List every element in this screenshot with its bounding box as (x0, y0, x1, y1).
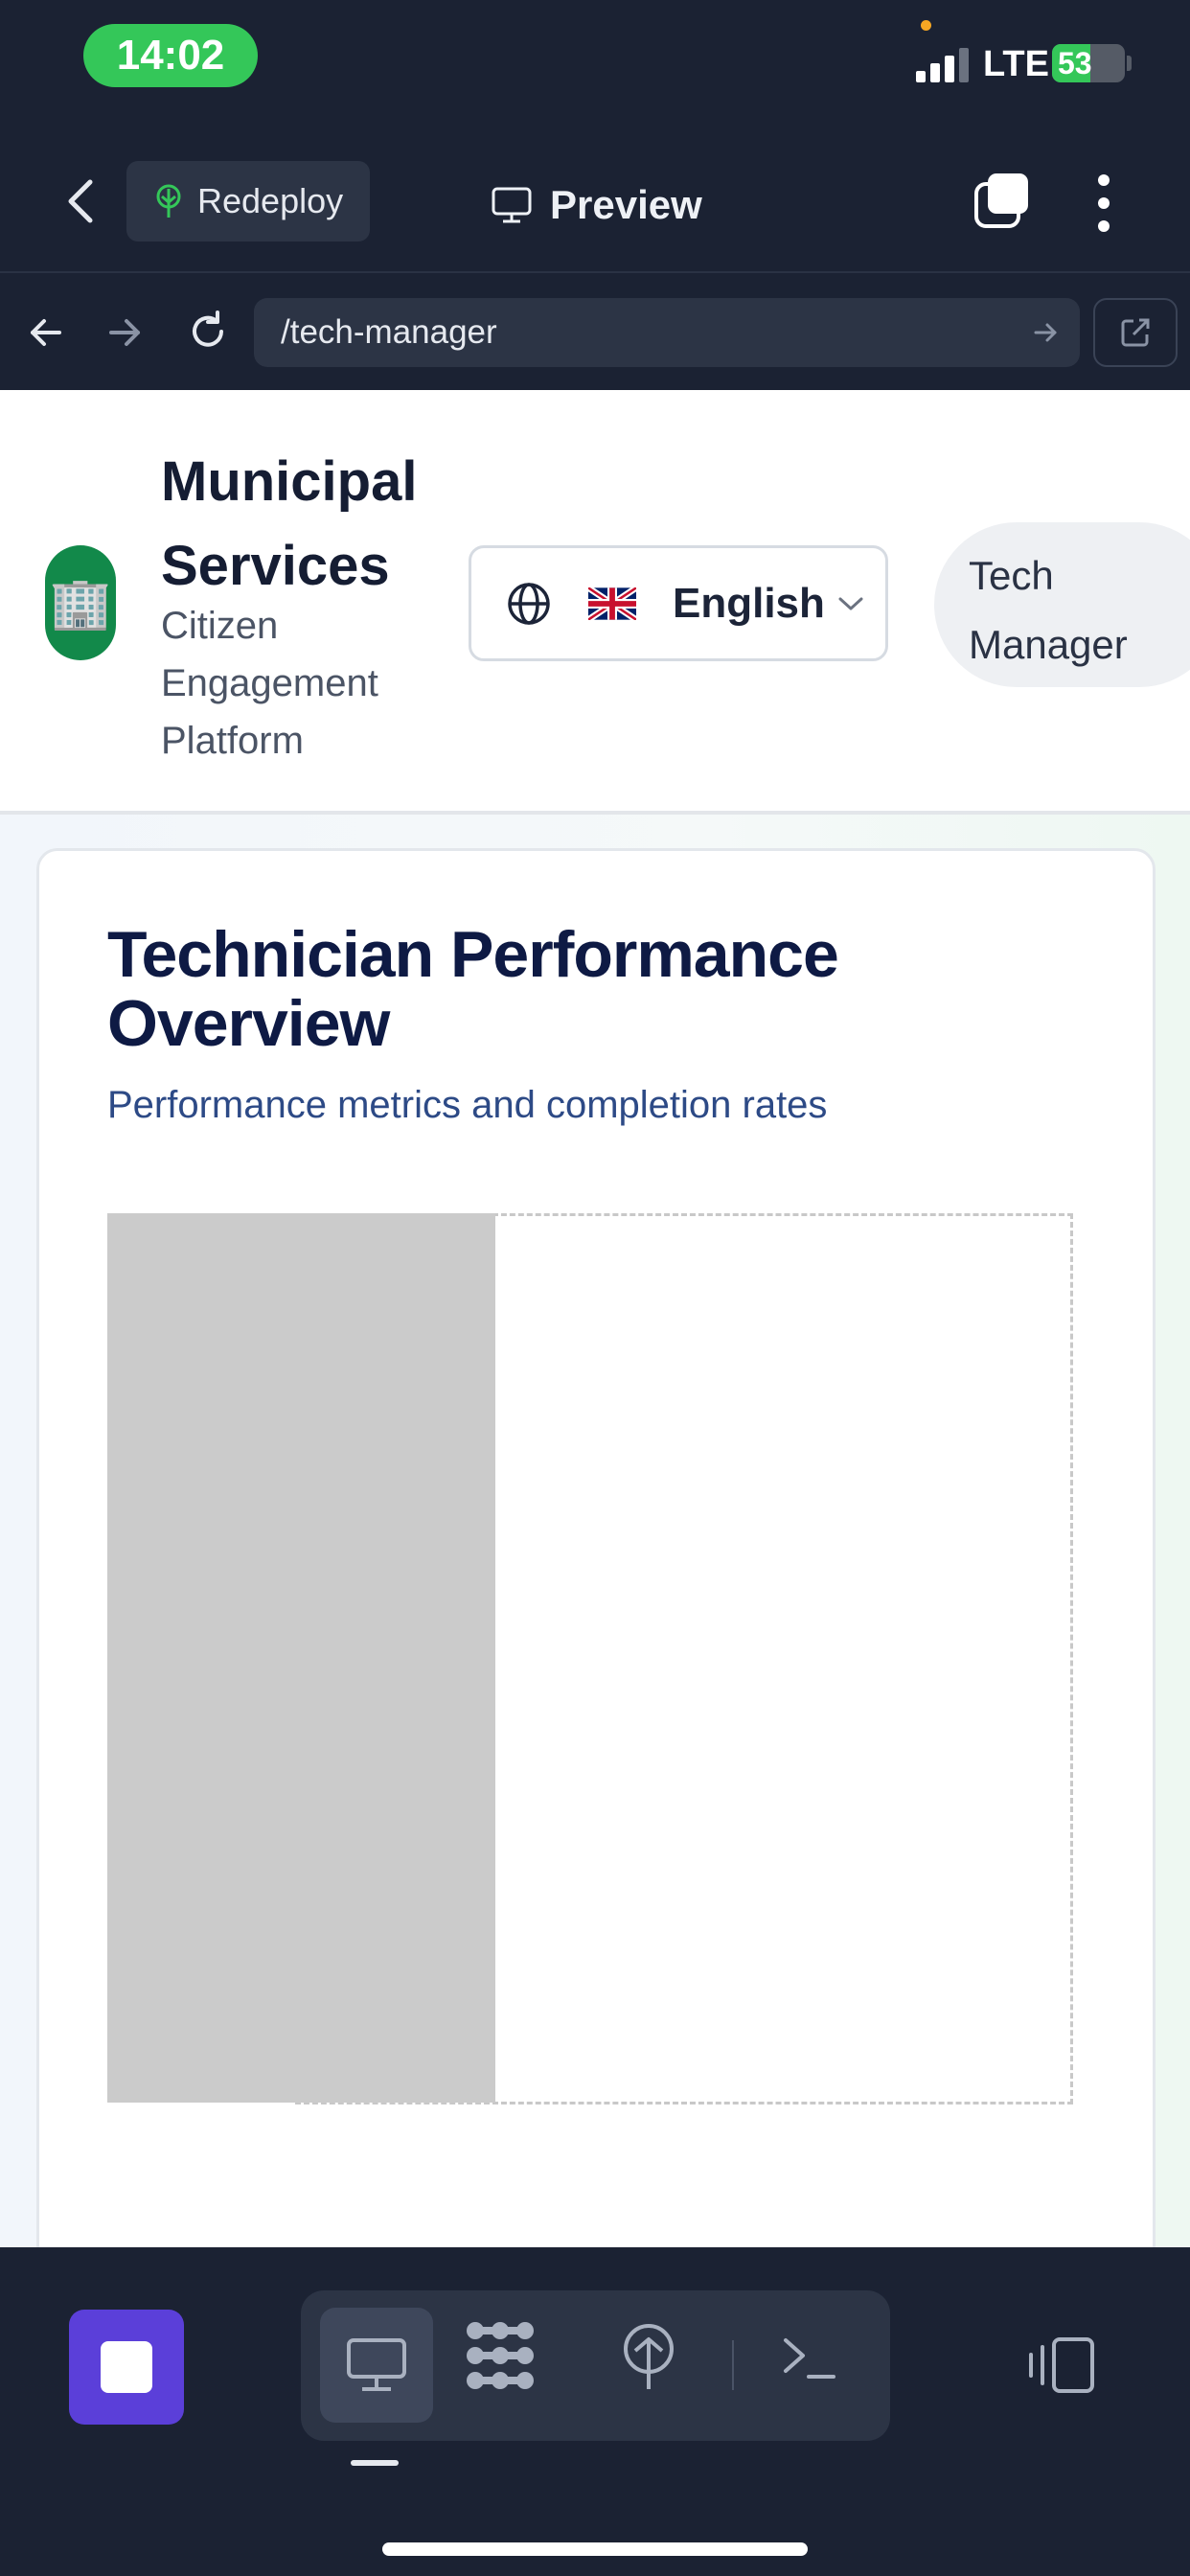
arrow-right-icon[interactable] (105, 313, 144, 352)
url-input[interactable]: /tech-manager (254, 298, 1080, 367)
stop-button[interactable] (69, 2310, 184, 2425)
monitor-icon (347, 2338, 406, 2391)
home-indicator (382, 2542, 808, 2556)
uk-flag-icon (588, 586, 636, 620)
redeploy-button[interactable]: Redeploy (126, 161, 370, 242)
site-header: 🏢 Municipal Services Citizen Engagement … (0, 390, 1190, 815)
language-selector[interactable]: English (469, 545, 888, 661)
chart-area (107, 1213, 1075, 2104)
url-text: /tech-manager (281, 313, 497, 351)
open-external-button[interactable] (1093, 298, 1178, 367)
privacy-indicator-dot (921, 20, 931, 31)
card-subtitle: Performance metrics and completion rates (107, 1084, 828, 1126)
stop-icon (101, 2341, 152, 2393)
building-icon: 🏢 (45, 545, 116, 660)
bottom-bar (0, 2247, 1190, 2576)
chart-loading-placeholder (107, 1213, 495, 2103)
status-bar: 14:02 LTE 53 (0, 0, 1190, 125)
chevron-left-icon[interactable] (57, 172, 105, 230)
go-arrow-icon[interactable] (1032, 319, 1059, 346)
view-mode-switcher (301, 2290, 890, 2441)
mode-divider (732, 2340, 734, 2390)
active-mode-indicator (351, 2460, 399, 2466)
deploy-tree-icon (156, 184, 181, 218)
brand-subtitle: Citizen Engagement Platform (161, 605, 378, 762)
globe-icon (508, 582, 550, 625)
user-role-badge[interactable]: Tech Manager (934, 522, 1190, 687)
chevron-down-icon (838, 597, 863, 610)
side-panel-icon[interactable] (1027, 2335, 1096, 2395)
battery-cap (1127, 56, 1132, 71)
browser-url-bar: /tech-manager (0, 275, 1190, 390)
status-time: 14:02 (83, 24, 258, 87)
brand-title: Municipal Services (161, 450, 418, 597)
reload-icon[interactable] (185, 309, 231, 355)
battery-icon: 53 (1052, 44, 1125, 82)
monitor-icon (492, 187, 532, 223)
redeploy-label: Redeploy (197, 181, 344, 220)
web-preview: 🏢 Municipal Services Citizen Engagement … (0, 390, 1190, 2247)
network-type: LTE (983, 44, 1049, 84)
tabs-icon[interactable] (973, 171, 1032, 230)
terminal-icon[interactable] (780, 2331, 837, 2384)
desktop-preview-button[interactable] (320, 2308, 433, 2423)
preview-label: Preview (550, 182, 702, 227)
integrations-icon[interactable] (464, 2319, 537, 2392)
deploy-icon[interactable] (620, 2322, 677, 2393)
card-title: Technician Performance Overview (107, 918, 839, 1060)
external-link-icon (1121, 318, 1150, 347)
preview-title: Preview (491, 176, 702, 234)
arrow-left-icon[interactable] (27, 313, 65, 352)
performance-card: Technician Performance Overview Performa… (36, 848, 1156, 2247)
battery-percent: 53 (1058, 46, 1092, 80)
language-label: English (673, 579, 825, 627)
app-toolbar: Redeploy Preview (0, 125, 1190, 273)
signal-strength-icon (916, 48, 969, 82)
more-vertical-icon[interactable] (1092, 172, 1115, 234)
